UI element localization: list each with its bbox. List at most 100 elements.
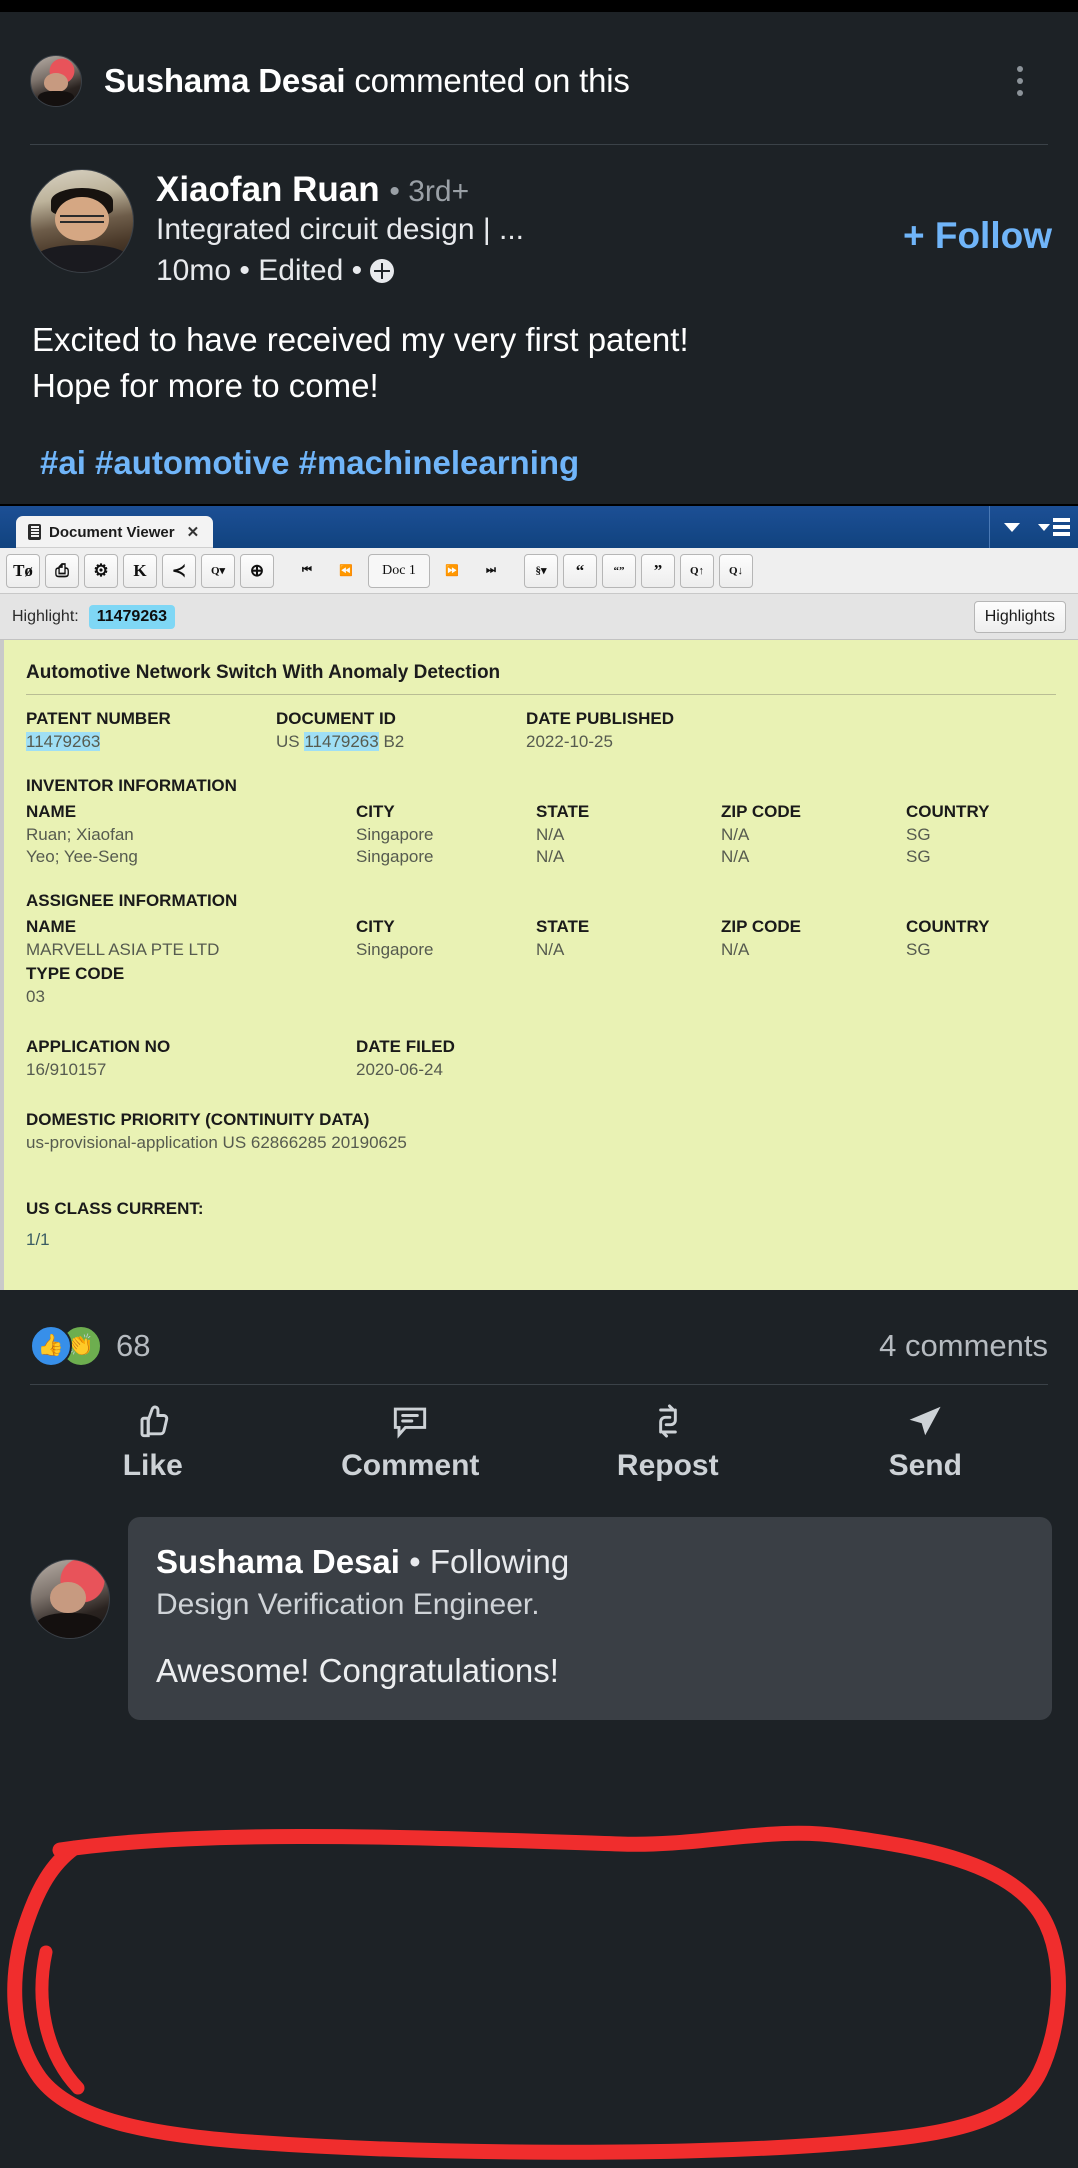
follow-button[interactable]: + Follow <box>903 215 1052 257</box>
post-author-degree: • 3rd+ <box>389 175 470 208</box>
print-button[interactable]: ⎙ <box>45 553 79 588</box>
first-doc-button[interactable]: ⏮ <box>290 553 324 588</box>
doc-number-field[interactable]: Doc 1 <box>368 553 430 588</box>
document-viewer-toolbar: Tø ⎙ ⚙ K ≺ Q▾ ⊕ ⏮ ⏪ Doc 1 ⏩ ⏭ §▾ “ “” ” … <box>0 548 1078 595</box>
last-doc-button[interactable]: ⏭ <box>474 553 508 588</box>
value-document-id: US 11479263 B2 <box>276 732 405 752</box>
quote-close-button[interactable]: ” <box>641 553 675 588</box>
inventor-country: SG <box>906 847 931 867</box>
label-date-published: DATE PUBLISHED <box>526 709 674 729</box>
highlights-button[interactable]: Highlights <box>973 600 1066 633</box>
search-prev-button[interactable]: Q↑ <box>680 553 714 588</box>
application-header-row: APPLICATION NO DATE FILED <box>26 1037 1056 1060</box>
highlight-term-chip[interactable]: 11479263 <box>88 604 176 629</box>
post-author-name[interactable]: Xiaofan Ruan <box>156 170 380 209</box>
col-city: CITY <box>356 917 395 937</box>
kebab-menu-icon[interactable] <box>1000 51 1040 111</box>
assignee-state: N/A <box>536 940 565 960</box>
next-doc-button[interactable]: ⏩ <box>435 553 469 588</box>
search-next-button[interactable]: Q↓ <box>719 553 753 588</box>
post-text-line-1: Excited to have received my very first p… <box>32 321 689 359</box>
post-author-block: Xiaofan Ruan • 3rd+ Integrated circuit d… <box>0 145 1078 291</box>
quote-open-button[interactable]: “ <box>563 553 597 588</box>
prev-doc-button[interactable]: ⏪ <box>329 553 363 588</box>
application-value-row: 16/910157 2020-06-24 <box>26 1060 1056 1082</box>
patent-top-header-row: PATENT NUMBER DOCUMENT ID DATE PUBLISHED <box>26 709 1056 732</box>
inventor-header-row: NAME CITY STATE ZIP CODE COUNTRY <box>26 802 1056 825</box>
value-date-filed: 2020-06-24 <box>356 1060 443 1080</box>
value-type-code: 03 <box>26 987 45 1007</box>
label-document-id: DOCUMENT ID <box>276 709 396 729</box>
post-text-line-2: Hope for more to come! <box>32 366 379 404</box>
k-logo-button[interactable]: K <box>123 553 157 588</box>
label-application-no: APPLICATION NO <box>26 1037 171 1057</box>
col-zip: ZIP CODE <box>721 917 801 937</box>
assignee-header-row: NAME CITY STATE ZIP CODE COUNTRY <box>26 917 1056 940</box>
comments-count[interactable]: 4 comments <box>879 1328 1048 1364</box>
value-date-published: 2022-10-25 <box>526 732 613 752</box>
value-us-class-current[interactable]: 1/1 <box>26 1230 1056 1250</box>
send-button[interactable]: Send <box>797 1399 1055 1483</box>
inventor-city: Singapore <box>356 825 434 845</box>
label-patent-number: PATENT NUMBER <box>26 709 171 729</box>
list-menu-icon[interactable] <box>1038 518 1070 537</box>
quote-both-button[interactable]: “” <box>602 553 636 588</box>
post-text: Excited to have received my very first p… <box>0 291 1078 408</box>
repost-icon <box>646 1399 690 1443</box>
repost-label: Repost <box>616 1449 719 1483</box>
like-label: Like <box>122 1449 183 1483</box>
chevron-down-icon[interactable] <box>1004 522 1020 532</box>
tab-document-viewer[interactable]: Document Viewer ✕ <box>16 516 214 549</box>
like-button[interactable]: Like <box>24 1399 282 1483</box>
post-timestamp: 10mo • Edited • <box>156 253 363 287</box>
close-icon[interactable]: ✕ <box>187 523 200 541</box>
value-application-no: 16/910157 <box>26 1060 107 1080</box>
settings-gear-button[interactable]: ⚙ <box>84 553 118 588</box>
inventor-information-heading: INVENTOR INFORMATION <box>26 776 237 796</box>
table-row: Ruan; Xiaofan Singapore N/A N/A SG <box>26 825 1056 847</box>
inventor-state: N/A <box>536 847 565 867</box>
reaction-count[interactable]: 68 <box>116 1328 150 1364</box>
comment-author-avatar[interactable] <box>30 1559 110 1640</box>
patent-top-value-row: 11479263 US 11479263 B2 2022-10-25 <box>26 732 1056 754</box>
comment-button[interactable]: Comment <box>282 1399 540 1483</box>
comment-author-row: Sushama Desai • Following <box>156 1541 1024 1584</box>
thumbs-up-outline-icon <box>131 1399 175 1443</box>
post-author-avatar[interactable] <box>30 169 134 273</box>
col-name: NAME <box>26 802 77 822</box>
section-dropdown-button[interactable]: §▾ <box>524 553 558 588</box>
activity-actor-name[interactable]: Sushama Desai <box>104 62 346 99</box>
post-hashtags[interactable]: #ai #automotive #machinelearning <box>0 408 1078 504</box>
zoom-in-button[interactable]: ⊕ <box>240 553 274 588</box>
label-type-code: TYPE CODE <box>26 964 125 984</box>
search-dropdown-button[interactable]: Q▾ <box>201 553 235 588</box>
table-row: Yeo; Yee-Seng Singapore N/A N/A SG <box>26 847 1056 869</box>
share-button[interactable]: ≺ <box>162 553 196 588</box>
assignee-name: MARVELL ASIA PTE LTD <box>26 940 220 960</box>
reaction-icons[interactable]: 👍 👏 <box>30 1325 102 1368</box>
activity-actor-avatar[interactable] <box>30 55 82 107</box>
post-author-name-row: Xiaofan Ruan • 3rd+ <box>156 169 1048 210</box>
inventor-name: Yeo; Yee-Seng <box>26 847 138 867</box>
send-label: Send <box>888 1449 962 1483</box>
activity-header: Sushama Desai commented on this <box>0 12 1078 132</box>
post-action-bar: Like Comment Repost Send <box>0 1385 1078 1483</box>
col-state: STATE <box>536 802 590 822</box>
activity-text: Sushama Desai commented on this <box>104 62 1000 100</box>
value-patent-number: 11479263 <box>26 732 101 752</box>
patent-document-page: Automotive Network Switch With Anomaly D… <box>0 640 1078 1291</box>
patent-title: Automotive Network Switch With Anomaly D… <box>26 662 501 684</box>
repost-button[interactable]: Repost <box>539 1399 797 1483</box>
assignee-zip: N/A <box>721 940 750 960</box>
col-country: COUNTRY <box>906 802 990 822</box>
comment-author-name[interactable]: Sushama Desai <box>156 1543 400 1580</box>
document-viewer-tabbar: Document Viewer ✕ <box>0 506 1078 549</box>
comment-text: Awesome! Congratulations! <box>156 1652 559 1690</box>
text-image-toggle-button[interactable]: Tø <box>6 553 40 588</box>
col-country: COUNTRY <box>906 917 990 937</box>
comment-label: Comment <box>341 1449 480 1483</box>
